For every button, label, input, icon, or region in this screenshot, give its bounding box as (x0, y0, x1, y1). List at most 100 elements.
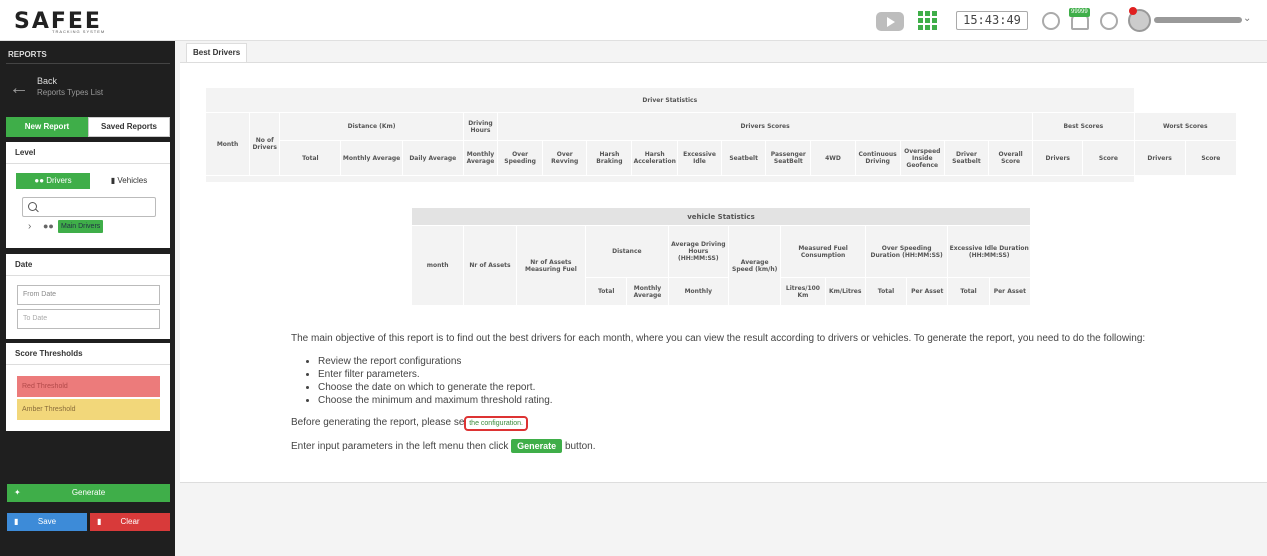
col-nr-assets-fuel: Nr of Assets Measuring Fuel (515, 225, 587, 306)
col-hours-monthly-average: Monthly Average (462, 140, 499, 176)
drivers-toggle[interactable]: ●● Drivers (16, 173, 90, 189)
date-panel: Date From Date To Date (6, 254, 170, 339)
score-thresholds-panel: Score Thresholds Red Threshold Amber Thr… (6, 343, 170, 431)
col-driving-monthly: Monthly (667, 277, 730, 306)
distance-group: Distance (585, 225, 669, 278)
status-dot (1129, 7, 1137, 15)
users-icon: ●● (34, 176, 47, 185)
level-panel: Level ●● Drivers ▮ Vehicles › ●● Main Dr… (6, 142, 170, 248)
back-arrow-icon[interactable]: ← (9, 77, 29, 100)
step-item: Choose the minimum and maximum threshold… (318, 394, 1145, 407)
save-button[interactable]: ▮ Save (7, 513, 87, 531)
col-worst-drivers: Drivers (1133, 140, 1186, 176)
driver-statistics-table: Driver Statistics Month No of Drivers Di… (204, 87, 1238, 183)
username-redacted[interactable] (1154, 17, 1242, 23)
trash-icon: ▮ (97, 517, 102, 526)
globe-icon[interactable] (1100, 12, 1118, 30)
breadcrumb: Best Drivers (186, 43, 248, 62)
col-dist-monthly-average: Monthly Average (626, 277, 669, 306)
col-dist-total: Total (585, 277, 628, 306)
clear-button[interactable]: ▮ Clear (90, 513, 170, 531)
col-daily-average: Daily Average (401, 140, 464, 176)
vehicles-toggle[interactable]: ▮ Vehicles (94, 173, 164, 189)
driving-hours-group: Driving Hours (462, 112, 499, 141)
col-over-revving: Over Revving (542, 140, 588, 176)
overspeed-group: Over Speeding Duration (HH:MM:SS) (864, 225, 949, 278)
col-4wd: 4WD (810, 140, 856, 176)
step-item: Enter filter parameters. (318, 368, 1145, 381)
col-overspeed-per-asset: Per Asset (906, 277, 949, 306)
best-group: Best Scores (1032, 112, 1135, 141)
scores-group: Drivers Scores (497, 112, 1034, 141)
thresholds-heading: Score Thresholds (6, 343, 170, 365)
input-prefix: Enter input parameters in the left menu … (291, 441, 509, 452)
steps-list: Review the report configurations Enter f… (318, 355, 1145, 407)
generate-label: Generate (71, 488, 106, 497)
col-driver-seatbelt: Driver Seatbelt (943, 140, 990, 176)
col-month: month (410, 225, 465, 306)
driver-table-empty-row (205, 175, 1135, 183)
chevron-down-icon[interactable]: ⌄ (1243, 13, 1251, 24)
col-km-litres: Km/Litres (824, 277, 866, 306)
support-icon[interactable] (1042, 12, 1060, 30)
col-harsh-acceleration: Harsh Acceleration (631, 140, 678, 176)
date-heading: Date (6, 254, 170, 276)
col-harsh-braking: Harsh Braking (586, 140, 633, 176)
col-litres-100km: Litres/100 Km (780, 277, 826, 306)
idle-group: Excessive Idle Duration (HH:MM:SS) (947, 225, 1031, 278)
input-suffix: button. (564, 441, 596, 452)
group-icon: ●● (43, 221, 54, 231)
col-idle-per-asset: Per Asset (988, 277, 1032, 306)
col-over-speeding: Over Speeding (497, 140, 544, 176)
logo-subtitle: TRACKING SYSTEM (52, 29, 106, 34)
wand-icon: ✦ (14, 488, 21, 497)
bookmark-icon: ▮ (14, 517, 19, 526)
col-overspeed-geofence: Overspeed Inside Geofence (899, 140, 945, 176)
col-passenger-seatbelt: Passenger SeatBelt (765, 140, 812, 176)
notification-badge: 99999 (1069, 8, 1090, 17)
top-bar: SAFEE TRACKING SYSTEM 15:43:49 99999 ⌄ (0, 0, 1267, 41)
tab-saved-reports[interactable]: Saved Reports (88, 117, 170, 137)
clock-display: 15:43:49 (956, 11, 1028, 30)
divider (6, 63, 170, 64)
video-tutorial-icon[interactable] (876, 12, 904, 31)
fuel-group: Measured Fuel Consumption (780, 225, 866, 278)
col-no-drivers: No of Drivers (249, 112, 281, 176)
col-best-drivers: Drivers (1032, 140, 1084, 176)
col-excessive-idle: Excessive Idle (676, 140, 723, 176)
search-input[interactable] (22, 197, 156, 217)
col-total: Total (279, 140, 342, 176)
back-subtitle: Reports Types List (37, 88, 104, 97)
config-line: Before generating the report, please se … (291, 416, 1145, 431)
report-tabs: New Report Saved Reports (6, 117, 170, 137)
level-heading: Level (6, 142, 170, 164)
vehicle-statistics-table: vehicle Statistics month Nr of Assets Nr… (410, 207, 1032, 306)
config-prefix: Before generating the report, please se (291, 417, 465, 428)
from-date-field[interactable]: From Date (17, 285, 160, 305)
main-area: Best Drivers Driver Statistics Month No … (175, 41, 1267, 556)
red-threshold-field[interactable]: Red Threshold (17, 376, 160, 397)
avg-driving-group: Average Driving Hours (HH:MM:SS) (667, 225, 730, 278)
step-item: Review the report configurations (318, 355, 1145, 368)
to-date-field[interactable]: To Date (17, 309, 160, 329)
distance-group: Distance (Km) (279, 112, 464, 141)
col-best-score: Score (1082, 140, 1135, 176)
col-continuous-driving: Continuous Driving (854, 140, 901, 176)
configuration-link[interactable]: the configuration. (464, 416, 528, 431)
vehicle-table-title: vehicle Statistics (411, 207, 1031, 226)
amber-threshold-field[interactable]: Amber Threshold (17, 399, 160, 420)
input-line: Enter input parameters in the left menu … (291, 439, 1145, 453)
drivers-label: Drivers (46, 176, 72, 185)
apps-grid-icon[interactable] (918, 11, 938, 31)
tree-node-main-drivers[interactable]: Main Drivers (58, 220, 104, 233)
sidebar-title: REPORTS (8, 50, 47, 59)
generate-button[interactable]: ✦ Generate (7, 484, 170, 502)
col-overspeed-total: Total (864, 277, 908, 306)
back-link[interactable]: Back (37, 76, 57, 86)
chevron-right-icon[interactable]: › (28, 221, 31, 232)
col-idle-total: Total (947, 277, 990, 306)
tab-new-report[interactable]: New Report (6, 117, 88, 137)
col-avg-speed: Average Speed (km/h) (727, 225, 782, 306)
inline-generate-button[interactable]: Generate (511, 439, 563, 453)
col-seatbelt: Seatbelt (721, 140, 767, 176)
